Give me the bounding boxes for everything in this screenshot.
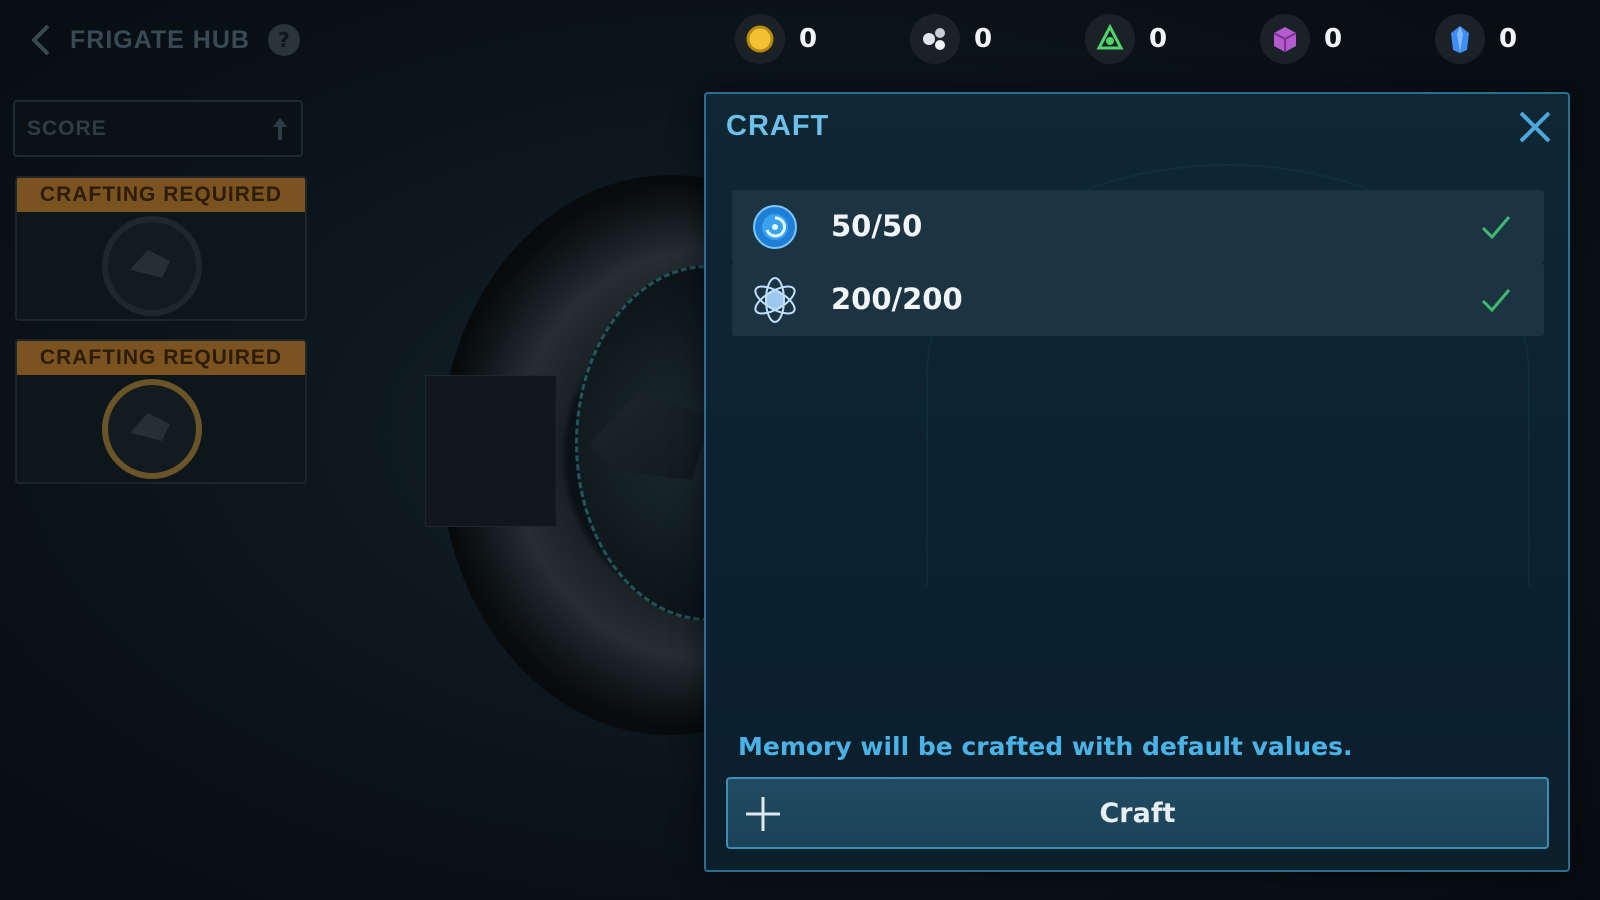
currency-reactor: 0: [1085, 14, 1167, 64]
back-arrow-icon[interactable]: [30, 22, 52, 58]
currency-value: 0: [1149, 24, 1168, 54]
currency-value: 0: [1324, 24, 1343, 54]
close-icon[interactable]: [1516, 108, 1554, 146]
help-icon[interactable]: ?: [267, 24, 300, 56]
craft-button-label: Craft: [1099, 797, 1176, 829]
header-bar: FRIGATE HUB ?: [30, 18, 300, 62]
plus-icon: [746, 797, 780, 831]
dialog-title: CRAFT: [726, 110, 830, 142]
currency-gold: 0: [735, 14, 817, 64]
requirement-row: 50/50: [732, 190, 1544, 263]
atom-icon: [754, 277, 796, 323]
requirement-row: 200/200: [732, 263, 1544, 336]
gold-coin-icon: [735, 14, 785, 64]
currency-value: 0: [799, 24, 818, 54]
requirement-amount: 50/50: [831, 209, 923, 243]
craft-info-text: Memory will be crafted with default valu…: [738, 732, 1353, 761]
material-cluster-icon: [910, 14, 960, 64]
sort-arrow-icon: [273, 117, 287, 140]
frigate-card[interactable]: CRAFTING REQUIRED: [15, 176, 307, 321]
craft-button[interactable]: Craft: [726, 777, 1549, 849]
crafting-required-banner: CRAFTING REQUIRED: [17, 341, 305, 375]
green-reactor-icon: [1085, 14, 1135, 64]
check-icon: [1481, 289, 1511, 313]
score-sort-button[interactable]: SCORE: [13, 100, 303, 157]
blue-orb-icon: [753, 205, 797, 249]
frigate-clamp-block: [425, 375, 557, 527]
check-icon: [1481, 216, 1511, 240]
score-label: SCORE: [27, 116, 107, 140]
blue-crystal-icon: [1435, 14, 1485, 64]
craft-dialog: CRAFT 50/50 200/200 Memory will be craft…: [704, 92, 1570, 872]
purple-cube-icon: [1260, 14, 1310, 64]
currency-value: 0: [1499, 24, 1518, 54]
frigate-card[interactable]: CRAFTING REQUIRED: [15, 339, 307, 484]
crafting-required-banner: CRAFTING REQUIRED: [17, 178, 305, 212]
currency-value: 0: [974, 24, 993, 54]
requirement-amount: 200/200: [831, 282, 963, 316]
currency-crystal: 0: [1435, 14, 1517, 64]
page-title: FRIGATE HUB: [70, 25, 250, 54]
currency-material: 0: [910, 14, 992, 64]
currency-cube: 0: [1260, 14, 1342, 64]
